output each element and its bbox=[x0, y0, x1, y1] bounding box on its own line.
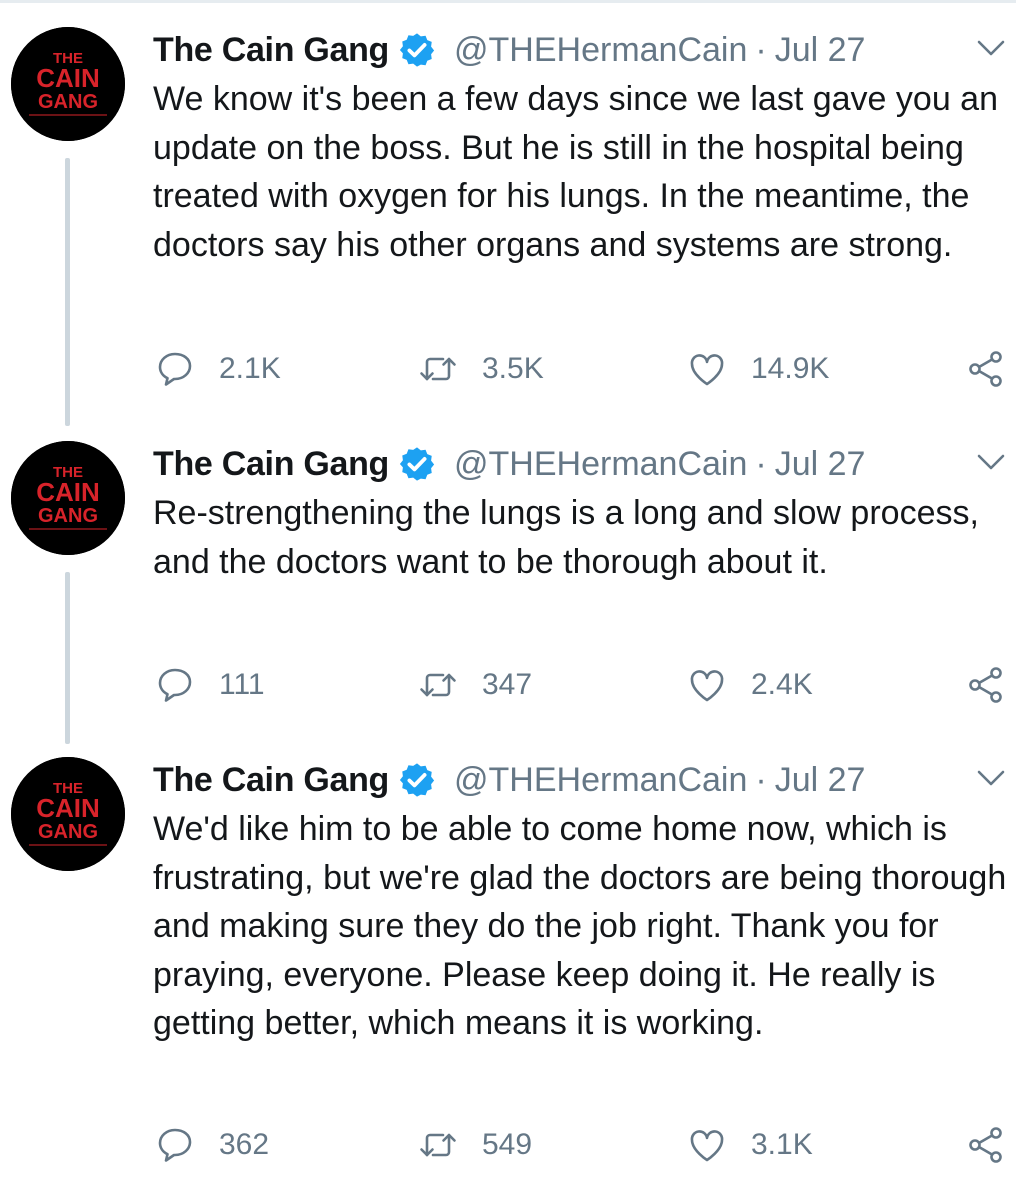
reply-button[interactable]: 2.1K bbox=[155, 347, 281, 391]
cain-gang-logo: THE CAIN GANG bbox=[11, 27, 125, 141]
chevron-down-icon[interactable] bbox=[974, 761, 1008, 795]
user-handle[interactable]: @THEHermanCain bbox=[454, 31, 747, 70]
avatar-line2: CAIN bbox=[36, 477, 100, 507]
reply-count: 111 bbox=[219, 668, 265, 701]
share-button[interactable] bbox=[967, 347, 1007, 391]
tweet-actions: 362 549 3.1K bbox=[153, 1123, 1016, 1167]
user-handle[interactable]: @THEHermanCain bbox=[454, 445, 747, 484]
tweet-actions: 111 347 2.4K bbox=[153, 663, 1016, 707]
like-count: 14.9K bbox=[751, 352, 830, 385]
reply-button[interactable]: 362 bbox=[155, 1123, 269, 1167]
tweet-text: We know it's been a few days since we la… bbox=[153, 80, 998, 264]
cain-gang-logo: THE CAIN GANG bbox=[11, 441, 125, 555]
display-name[interactable]: The Cain Gang bbox=[153, 445, 389, 484]
avatar-line2: CAIN bbox=[36, 793, 100, 823]
like-count: 2.4K bbox=[751, 668, 813, 701]
reply-icon bbox=[158, 1128, 192, 1162]
reply-count: 362 bbox=[219, 1128, 270, 1161]
retweet-count: 549 bbox=[482, 1128, 533, 1161]
share-icon bbox=[969, 1127, 1002, 1163]
tweet-date[interactable]: Jul 27 bbox=[775, 761, 866, 800]
reply-count: 2.1K bbox=[219, 352, 281, 385]
retweet-count: 3.5K bbox=[482, 352, 544, 385]
retweet-button[interactable]: 549 bbox=[418, 1123, 532, 1167]
tweet-header: The Cain Gang @THEHermanCain · Jul 27 bbox=[153, 441, 865, 487]
share-icon bbox=[969, 351, 1002, 387]
user-handle[interactable]: @THEHermanCain bbox=[454, 761, 747, 800]
thread-connector-line bbox=[65, 158, 70, 426]
separator-dot: · bbox=[755, 30, 767, 69]
avatar[interactable]: THE CAIN GANG bbox=[11, 441, 125, 555]
thread-connector-line bbox=[65, 572, 70, 744]
tweet-header: The Cain Gang @THEHermanCain · Jul 27 bbox=[153, 757, 865, 803]
display-name[interactable]: The Cain Gang bbox=[153, 31, 389, 70]
reply-button[interactable]: 111 bbox=[155, 663, 265, 707]
avatar[interactable]: THE CAIN GANG bbox=[11, 27, 125, 141]
avatar-line3: GANG bbox=[38, 91, 98, 113]
tweet-text: Re-strengthening the lungs is a long and… bbox=[153, 494, 979, 581]
chevron-down-icon[interactable] bbox=[974, 445, 1008, 479]
heart-icon bbox=[690, 354, 724, 386]
retweet-icon bbox=[420, 673, 456, 697]
heart-icon bbox=[690, 1130, 724, 1162]
share-icon bbox=[969, 667, 1002, 703]
tweet-date[interactable]: Jul 27 bbox=[775, 31, 866, 70]
share-button[interactable] bbox=[967, 663, 1007, 707]
share-button[interactable] bbox=[967, 1123, 1007, 1167]
reply-icon bbox=[158, 352, 192, 386]
reply-icon bbox=[158, 668, 192, 702]
separator-dot: · bbox=[755, 760, 767, 799]
retweet-count: 347 bbox=[482, 668, 533, 701]
like-count: 3.1K bbox=[751, 1128, 813, 1161]
cain-gang-logo: THE CAIN GANG bbox=[11, 757, 125, 871]
like-button[interactable]: 3.1K bbox=[687, 1123, 813, 1167]
avatar-line3: GANG bbox=[38, 821, 98, 843]
retweet-button[interactable]: 3.5K bbox=[418, 347, 544, 391]
tweet-header: The Cain Gang @THEHermanCain · Jul 27 bbox=[153, 27, 865, 73]
display-name[interactable]: The Cain Gang bbox=[153, 761, 389, 800]
like-button[interactable]: 2.4K bbox=[687, 663, 813, 707]
like-button[interactable]: 14.9K bbox=[687, 347, 829, 391]
verified-badge-icon bbox=[398, 445, 436, 483]
heart-icon bbox=[690, 670, 724, 702]
avatar[interactable]: THE CAIN GANG bbox=[11, 757, 125, 871]
retweet-icon bbox=[420, 1133, 456, 1157]
verified-badge-icon bbox=[398, 761, 436, 799]
tweet-date[interactable]: Jul 27 bbox=[775, 445, 866, 484]
tweet-actions: 2.1K 3.5K 14.9K bbox=[153, 347, 1016, 391]
verified-badge-icon bbox=[398, 31, 436, 69]
avatar-line2: CAIN bbox=[36, 63, 100, 93]
avatar-line3: GANG bbox=[38, 505, 98, 527]
top-divider bbox=[0, 0, 1016, 3]
retweet-icon bbox=[420, 357, 456, 381]
chevron-down-icon[interactable] bbox=[974, 31, 1008, 65]
separator-dot: · bbox=[755, 444, 767, 483]
tweet-text: We'd like him to be able to come home no… bbox=[153, 810, 1007, 1042]
retweet-button[interactable]: 347 bbox=[418, 663, 532, 707]
